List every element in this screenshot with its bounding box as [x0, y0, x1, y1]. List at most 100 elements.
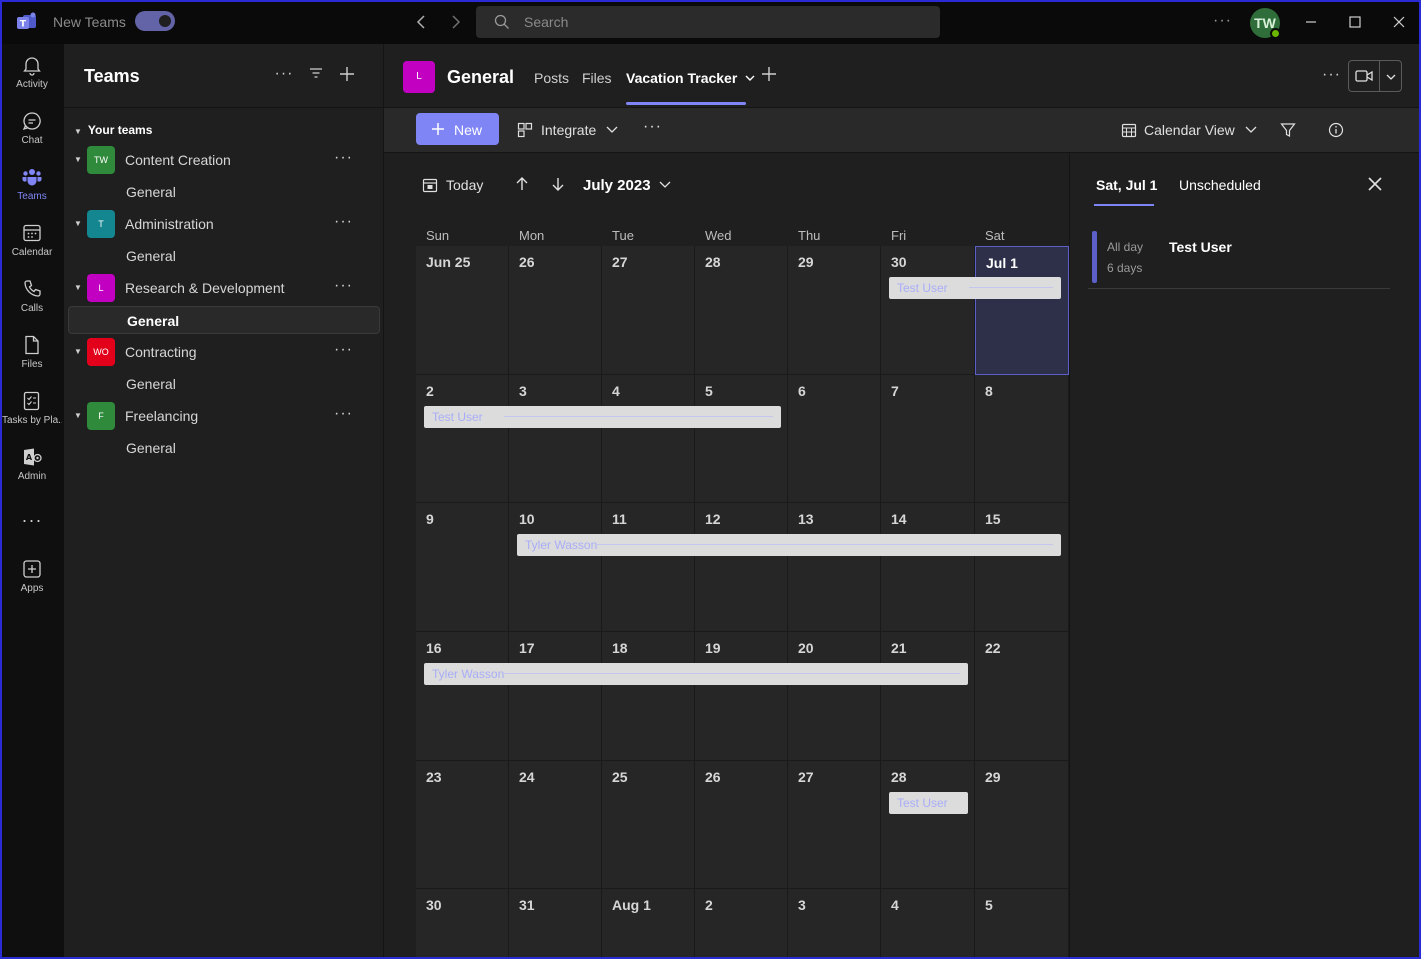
calendar-day-cell[interactable]: 28	[881, 761, 975, 889]
rail-item-activity[interactable]: Activity	[2, 54, 62, 90]
calendar-day-cell[interactable]: Aug 1	[602, 889, 695, 957]
back-arrow-icon[interactable]	[412, 12, 432, 32]
rail-item-calls[interactable]: Calls	[2, 278, 62, 314]
search-input[interactable]: Search	[476, 6, 940, 38]
calendar-day-cell[interactable]: 8	[975, 375, 1069, 503]
rail-more-apps-button[interactable]: ···	[2, 510, 62, 531]
team-more-icon[interactable]: ···	[334, 405, 353, 423]
calendar-day-cell[interactable]: 29	[788, 246, 881, 375]
maximize-icon[interactable]	[1343, 10, 1367, 34]
calendar-day-cell[interactable]: 26	[509, 246, 602, 375]
rail-item-chat[interactable]: Chat	[2, 110, 62, 146]
today-button[interactable]: Today	[446, 177, 483, 193]
calendar-day-cell[interactable]: 15	[975, 503, 1069, 632]
calendar-day-cell[interactable]: Jun 25	[416, 246, 509, 375]
calendar-day-cell[interactable]: 25	[602, 761, 695, 889]
calendar-day-cell[interactable]: 2	[695, 889, 788, 957]
calendar-day-cell[interactable]: 20	[788, 632, 881, 761]
new-button[interactable]: New	[416, 113, 499, 145]
tab-posts[interactable]: Posts	[534, 70, 569, 86]
calendar-day-cell[interactable]: 5	[975, 889, 1069, 957]
month-picker[interactable]: July 2023	[583, 177, 672, 194]
channel-general[interactable]: General	[68, 370, 380, 398]
team-more-icon[interactable]: ···	[334, 277, 353, 295]
add-team-icon[interactable]	[337, 65, 357, 85]
calendar-day-cell[interactable]: 16	[416, 632, 509, 761]
info-icon[interactable]	[1328, 122, 1344, 138]
calendar-day-cell[interactable]: 11	[602, 503, 695, 632]
team-row-freelancing[interactable]: ▼ F Freelancing ···	[64, 400, 384, 432]
team-more-icon[interactable]: ···	[334, 341, 353, 359]
integrate-button[interactable]: Integrate	[541, 122, 619, 138]
calendar-day-cell[interactable]: 7	[881, 375, 975, 503]
your-teams-section[interactable]: ▼ Your teams	[74, 123, 152, 137]
team-more-icon[interactable]: ···	[334, 213, 353, 231]
day-event-item[interactable]: All day 6 days Test User	[1088, 231, 1390, 289]
calendar-day-cell[interactable]: 2	[416, 375, 509, 503]
chevron-down-icon[interactable]	[1385, 72, 1397, 82]
team-row-administration[interactable]: ▼ T Administration ···	[64, 208, 384, 240]
calendar-day-cell[interactable]: 3	[509, 375, 602, 503]
calendar-day-cell[interactable]: Jul 1	[975, 246, 1069, 375]
new-teams-toggle[interactable]	[135, 11, 175, 31]
close-icon[interactable]	[1366, 175, 1384, 193]
calendar-day-cell[interactable]: 4	[881, 889, 975, 957]
calendar-day-cell[interactable]: 4	[602, 375, 695, 503]
more-options-icon[interactable]: ···	[1322, 66, 1341, 84]
arrow-up-icon[interactable]	[513, 175, 531, 193]
tab-vacation-tracker[interactable]: Vacation Tracker	[626, 70, 756, 86]
calendar-day-cell[interactable]: 13	[788, 503, 881, 632]
team-row-content-creation[interactable]: ▼ TW Content Creation ···	[64, 144, 384, 176]
calendar-day-cell[interactable]: 23	[416, 761, 509, 889]
channel-general[interactable]: General	[68, 434, 380, 462]
add-tab-icon[interactable]	[760, 65, 778, 89]
vacation-event[interactable]: Tyler Wasson	[517, 534, 1061, 556]
filter-icon[interactable]	[1280, 122, 1296, 138]
calendar-day-cell[interactable]: 26	[695, 761, 788, 889]
calendar-day-cell[interactable]: 21	[881, 632, 975, 761]
forward-arrow-icon[interactable]	[445, 12, 465, 32]
toolbar-more-icon[interactable]: ···	[643, 118, 662, 136]
more-options-icon[interactable]: ···	[274, 65, 294, 85]
avatar[interactable]: TW	[1250, 8, 1281, 39]
calendar-day-cell[interactable]: 12	[695, 503, 788, 632]
calendar-day-cell[interactable]: 18	[602, 632, 695, 761]
rail-item-tasks[interactable]: Tasks by Pla...	[2, 390, 62, 426]
vacation-event[interactable]: Test User	[424, 406, 781, 428]
calendar-day-cell[interactable]: 30	[416, 889, 509, 957]
tab-selected-day[interactable]: Sat, Jul 1	[1096, 177, 1157, 193]
calendar-day-cell[interactable]: 5	[695, 375, 788, 503]
calendar-day-cell[interactable]: 30	[881, 246, 975, 375]
minimize-icon[interactable]	[1299, 10, 1323, 34]
vacation-event[interactable]: Test User	[889, 277, 1061, 299]
calendar-view-dropdown[interactable]: Calendar View	[1144, 122, 1258, 138]
tab-unscheduled[interactable]: Unscheduled	[1179, 177, 1261, 193]
tab-files[interactable]: Files	[582, 70, 612, 86]
calendar-day-cell[interactable]: 19	[695, 632, 788, 761]
vacation-event[interactable]: Tyler Wasson	[424, 663, 968, 685]
calendar-day-cell[interactable]: 29	[975, 761, 1069, 889]
close-window-icon[interactable]	[1387, 10, 1411, 34]
calendar-day-cell[interactable]: 27	[788, 761, 881, 889]
team-row-contracting[interactable]: ▼ WO Contracting ···	[64, 336, 384, 368]
rail-item-files[interactable]: Files	[2, 334, 62, 370]
meet-button[interactable]	[1348, 60, 1402, 92]
rail-item-calendar[interactable]: Calendar	[2, 222, 62, 258]
rail-item-teams[interactable]: Teams	[2, 166, 62, 202]
calendar-day-cell[interactable]: 14	[881, 503, 975, 632]
channel-general[interactable]: General	[68, 242, 380, 270]
team-row-research-development[interactable]: ▼ L Research & Development ···	[64, 272, 384, 304]
calendar-day-cell[interactable]: 31	[509, 889, 602, 957]
calendar-day-cell[interactable]: 9	[416, 503, 509, 632]
more-options-icon[interactable]: ···	[1213, 12, 1232, 30]
calendar-day-cell[interactable]: 24	[509, 761, 602, 889]
calendar-day-cell[interactable]: 17	[509, 632, 602, 761]
rail-item-admin[interactable]: A Admin	[2, 446, 62, 482]
calendar-day-cell[interactable]: 27	[602, 246, 695, 375]
vacation-event[interactable]: Test User	[889, 792, 968, 814]
calendar-day-cell[interactable]: 10	[509, 503, 602, 632]
channel-general[interactable]: General	[68, 178, 380, 206]
filter-list-icon[interactable]	[306, 65, 326, 85]
calendar-day-cell[interactable]: 6	[788, 375, 881, 503]
calendar-day-cell[interactable]: 3	[788, 889, 881, 957]
